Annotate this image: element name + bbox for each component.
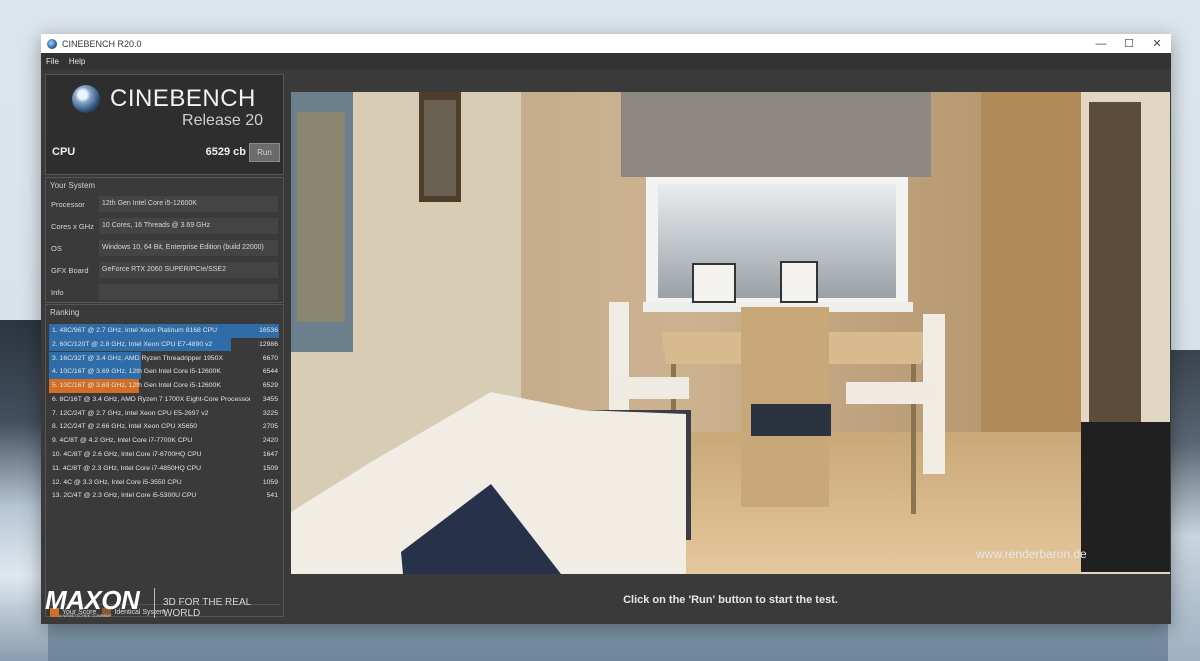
system-row-os: OS Windows 10, 64 Bit, Enterprise Editio… <box>46 237 283 259</box>
maximize-button[interactable]: ☐ <box>1115 37 1143 50</box>
ranking-entry-score: 3225 <box>262 409 278 417</box>
ranking-row[interactable]: 12. 4C @ 3.3 GHz, Intel Core i5-3550 CPU… <box>49 476 279 490</box>
logo-release: Release 20 <box>182 112 263 129</box>
ranking-list[interactable]: 1. 48C/96T @ 2.7 GHz, Intel Xeon Platinu… <box>49 324 279 503</box>
system-key: Processor <box>51 199 85 209</box>
ranking-row[interactable]: 5. 10C/16T @ 3.69 GHz, 12th Gen Intel Co… <box>49 379 279 393</box>
ranking-entry-score: 2705 <box>262 423 278 431</box>
window-title: CINEBENCH R20.0 <box>62 38 142 49</box>
ranking-row[interactable]: 11. 4C/8T @ 2.3 GHz, Intel Core i7-4850H… <box>49 462 279 476</box>
ranking-row[interactable]: 9. 4C/8T @ 4.2 GHz, Intel Core i7-7700K … <box>49 434 279 448</box>
ranking-entry-score: 16536 <box>259 327 278 334</box>
ranking-panel: Ranking 1. 48C/96T @ 2.7 GHz, Intel Xeon… <box>45 304 284 617</box>
ranking-entry-label: 4. 10C/16T @ 3.69 GHz, 12th Gen Intel Co… <box>52 368 221 376</box>
desktop-background-right <box>1168 350 1200 661</box>
menu-help[interactable]: Help <box>69 57 85 66</box>
cpu-benchmark-row: CPU 6529 cb Run <box>52 143 280 163</box>
room-render-image: www.renderbaron.de <box>291 92 1170 574</box>
ranking-entry-score: 12986 <box>259 340 278 348</box>
your-system-panel: Your System Processor 12th Gen Intel Cor… <box>45 177 284 303</box>
run-button[interactable]: Run <box>249 143 280 162</box>
maxon-logo: MAXON <box>45 585 140 615</box>
system-key: Info <box>51 287 64 297</box>
ranking-entry-label: 10. 4C/8T @ 2.6 GHz, Intel Core i7-6700H… <box>52 451 202 459</box>
ranking-row[interactable]: 8. 12C/24T @ 2.66 GHz, Intel Xeon CPU X5… <box>49 420 279 434</box>
ranking-entry-label: 12. 4C @ 3.3 GHz, Intel Core i5-3550 CPU <box>52 478 182 486</box>
logo-name: CINEBENCH <box>110 85 256 112</box>
ranking-title: Ranking <box>50 308 80 317</box>
ranking-entry-label: 13. 2C/4T @ 2.3 GHz, Intel Core i5-5300U… <box>52 492 197 500</box>
system-row-processor: Processor 12th Gen Intel Core i5-12600K <box>46 193 283 215</box>
minimize-button[interactable]: — <box>1087 38 1115 50</box>
ranking-row[interactable]: 7. 12C/24T @ 2.7 GHz, Intel Xeon CPU E5-… <box>49 407 279 421</box>
ranking-entry-label: 5. 10C/16T @ 3.69 GHz, 12th Gen Intel Co… <box>52 382 221 390</box>
ranking-row[interactable]: 4. 10C/16T @ 3.69 GHz, 12th Gen Intel Co… <box>49 365 279 379</box>
ranking-entry-score: 3455 <box>262 395 278 403</box>
ranking-entry-label: 11. 4C/8T @ 2.3 GHz, Intel Core i7-4850H… <box>52 464 202 472</box>
your-system-title: Your System <box>50 181 96 190</box>
menu-bar: File Help <box>41 53 1171 70</box>
maxon-tagline: 3D FOR THE REAL WORLD <box>163 597 251 619</box>
cinebench-logo-panel: CINEBENCH Release 20 CPU 6529 cb Run <box>45 74 284 175</box>
left-panel: CINEBENCH Release 20 CPU 6529 cb Run You… <box>43 72 286 624</box>
render-watermark: www.renderbaron.de <box>975 547 1087 561</box>
close-button[interactable]: ✕ <box>1143 37 1171 50</box>
ranking-entry-label: 1. 48C/96T @ 2.7 GHz, Intel Xeon Platinu… <box>52 327 218 334</box>
ranking-row[interactable]: 10. 4C/8T @ 2.6 GHz, Intel Core i7-6700H… <box>49 448 279 462</box>
ranking-entry-label: 2. 60C/120T @ 2.8 GHz, Intel Xeon CPU E7… <box>52 340 213 348</box>
ranking-row[interactable]: 13. 2C/4T @ 2.3 GHz, Intel Core i5-5300U… <box>49 489 279 503</box>
maxon-subtitle: A NEMETSCHEK COMPANY <box>59 613 112 618</box>
status-message: Click on the 'Run' button to start the t… <box>623 594 838 606</box>
ranking-entry-score: 2420 <box>262 437 278 445</box>
ranking-entry-score: 1509 <box>262 464 278 472</box>
ranking-entry-label: 8. 12C/24T @ 2.66 GHz, Intel Xeon CPU X5… <box>52 423 198 431</box>
cinebench-window: CINEBENCH R20.0 — ☐ ✕ File Help CINEBENC… <box>41 34 1171 624</box>
cpu-label: CPU <box>52 146 76 158</box>
info-field[interactable] <box>99 284 278 300</box>
system-value: 12th Gen Intel Core i5-12600K <box>99 196 278 212</box>
system-key: Cores x GHz <box>51 221 94 231</box>
ranking-row[interactable]: 2. 60C/120T @ 2.8 GHz, Intel Xeon CPU E7… <box>49 337 279 352</box>
system-row-info: Info <box>46 281 283 303</box>
system-value: GeForce RTX 2060 SUPER/PCIe/SSE2 <box>99 262 278 278</box>
system-key: GFX Board <box>51 265 89 275</box>
menu-file[interactable]: File <box>46 57 59 66</box>
ranking-row[interactable]: 6. 8C/16T @ 3.4 GHz, AMD Ryzen 7 1700X E… <box>49 393 279 407</box>
cinebench-logo-icon <box>72 85 100 113</box>
ranking-row[interactable]: 3. 16C/32T @ 3.4 GHz, AMD Ryzen Threadri… <box>49 351 279 366</box>
branding-divider <box>154 588 155 618</box>
ranking-row[interactable]: 1. 48C/96T @ 2.7 GHz, Intel Xeon Platinu… <box>49 324 279 338</box>
ranking-entry-score: 1647 <box>262 451 278 459</box>
ranking-entry-label: 7. 12C/24T @ 2.7 GHz, Intel Xeon CPU E5-… <box>52 409 209 417</box>
cinebench-app-icon <box>47 38 57 49</box>
system-row-gfx: GFX Board GeForce RTX 2060 SUPER/PCIe/SS… <box>46 259 283 281</box>
ranking-entry-label: 9. 4C/8T @ 4.2 GHz, Intel Core i7-7700K … <box>52 437 193 445</box>
system-key: OS <box>51 243 62 253</box>
ranking-entry-label: 6. 8C/16T @ 3.4 GHz, AMD Ryzen 7 1700X E… <box>52 395 250 403</box>
system-row-cores: Cores x GHz 10 Cores, 16 Threads @ 3.69 … <box>46 215 283 237</box>
title-bar[interactable]: CINEBENCH R20.0 — ☐ ✕ <box>41 34 1171 53</box>
ranking-entry-score: 6670 <box>262 354 278 362</box>
cpu-score: 6529 cb <box>205 146 246 158</box>
ranking-entry-score: 6529 <box>262 382 278 390</box>
system-value: Windows 10, 64 Bit, Enterprise Edition (… <box>99 240 278 256</box>
system-value: 10 Cores, 16 Threads @ 3.69 GHz <box>99 218 278 234</box>
ranking-entry-score: 541 <box>266 492 278 500</box>
ranking-entry-score: 1059 <box>262 478 278 486</box>
render-preview: www.renderbaron.de <box>291 92 1170 574</box>
maxon-branding: MAXON A NEMETSCHEK COMPANY 3D FOR THE RE… <box>45 582 282 624</box>
ranking-entry-score: 6544 <box>262 368 278 376</box>
ranking-entry-label: 3. 16C/32T @ 3.4 GHz, AMD Ryzen Threadri… <box>52 354 223 362</box>
